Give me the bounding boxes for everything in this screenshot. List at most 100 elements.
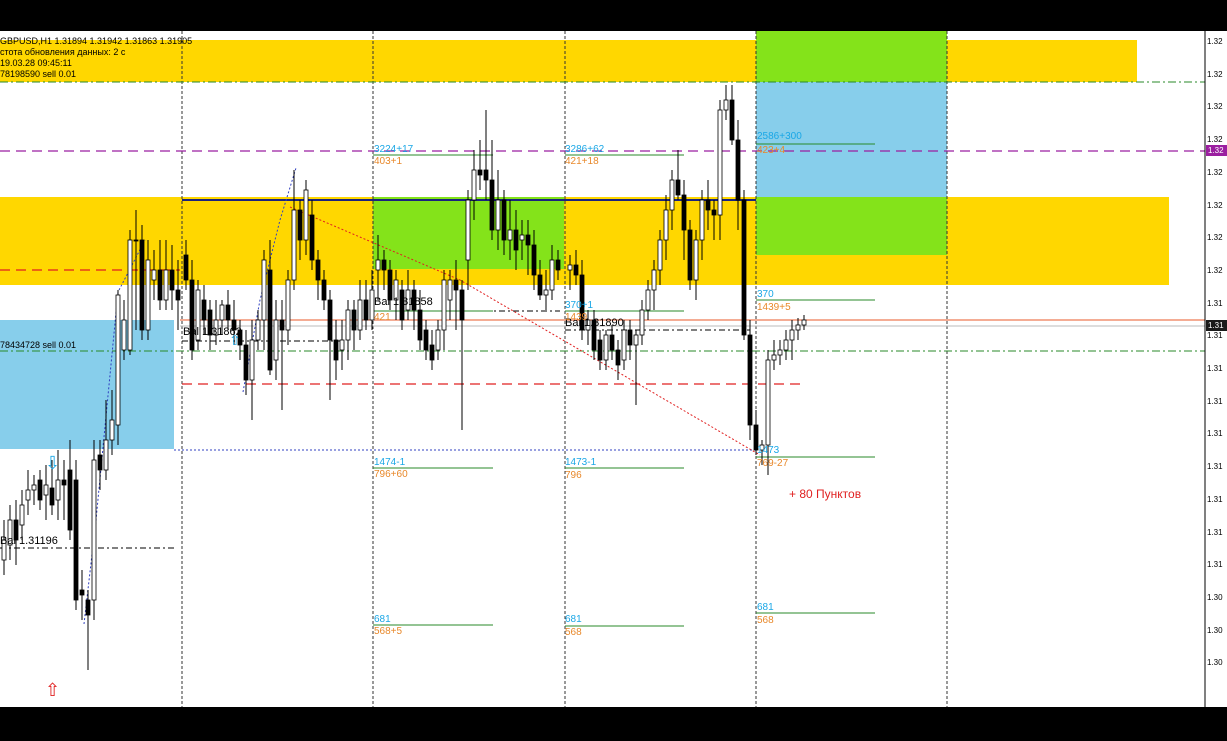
candle-body — [663, 209, 669, 241]
candle-body — [189, 279, 195, 351]
c3-bot-blue: 681 — [757, 602, 774, 613]
c1-low-orange: 796+60 — [374, 469, 408, 480]
candle-body — [417, 309, 423, 341]
c3-low-orange: 769-27 — [757, 458, 789, 469]
candle-body — [55, 479, 61, 501]
candle-body — [279, 319, 285, 331]
price-axis-label: 1.31 — [1207, 298, 1223, 308]
price-axis-label: 1.30 — [1207, 658, 1223, 668]
candle-body — [225, 304, 231, 321]
candle-body — [573, 264, 579, 276]
price-axis-label: 1.32 — [1207, 135, 1223, 145]
c1-mid-orange: 421 — [374, 312, 391, 323]
price-axis-label: 1.31 — [1207, 396, 1223, 406]
candle-body — [339, 339, 345, 351]
c1-top-blue: 3224+17 — [374, 144, 414, 155]
candle-body — [477, 169, 483, 176]
price-chart[interactable] — [0, 0, 1227, 741]
candle-body — [133, 239, 139, 242]
candle-body — [333, 339, 339, 361]
c2-bot-blue: 681 — [565, 614, 582, 625]
price-axis-label: 1.31 — [1207, 331, 1223, 341]
candle-body — [669, 179, 675, 211]
candle-body — [801, 319, 807, 326]
candle-body — [175, 289, 181, 301]
price-axis-label: 1.31 — [1207, 462, 1223, 472]
candle-body — [555, 259, 561, 271]
candle-body — [255, 319, 261, 341]
candle-body — [151, 269, 157, 281]
candle-body — [657, 239, 663, 271]
candle-body — [525, 234, 531, 246]
c1-top-orange: 403+1 — [374, 156, 403, 167]
candle-body — [423, 329, 429, 351]
candle-body — [103, 439, 109, 471]
candle-body — [109, 419, 115, 441]
c3-mid-orange: 1439+5 — [757, 302, 791, 313]
price-axis-label: 1.32 — [1207, 167, 1223, 177]
candle-body — [157, 269, 163, 301]
candle-body — [717, 109, 723, 216]
candle-body — [519, 234, 525, 241]
current-price-tag: 1.31 — [1206, 320, 1227, 331]
candle-body — [633, 334, 639, 346]
candle-body — [537, 274, 543, 296]
candle-body — [139, 239, 145, 331]
candle-body — [327, 299, 333, 341]
candle-body — [435, 329, 441, 351]
c2-low-blue: 1473-1 — [565, 457, 597, 468]
candle-body — [429, 344, 435, 361]
candle-body — [345, 309, 351, 341]
candle-body — [723, 99, 729, 111]
zone-green-top — [756, 31, 947, 82]
candle-body — [705, 199, 711, 211]
candle-body — [735, 139, 741, 201]
left-order-info: 78434728 sell 0.01 — [0, 340, 77, 350]
candle-body — [441, 279, 447, 331]
candle-body — [375, 259, 381, 271]
candle-body — [285, 279, 291, 331]
candle-body — [603, 334, 609, 361]
candle-body — [459, 289, 465, 321]
candle-body — [61, 479, 67, 486]
order-info: 78198590 sell 0.01 — [0, 69, 77, 79]
candle-body — [513, 229, 519, 251]
candle-body — [243, 344, 249, 381]
update-frequency: стота обновления данных: 2 с — [0, 47, 126, 57]
price-axis-label: 1.31 — [1207, 560, 1223, 570]
candle-body — [297, 209, 303, 241]
candle-body — [687, 229, 693, 281]
bal-label-1: Bal 1.31196 — [0, 535, 58, 547]
c2-bot-orange: 568 — [565, 627, 582, 638]
price-axis-label: 1.30 — [1207, 625, 1223, 635]
candle-body — [489, 179, 495, 231]
profit-points-label: + 80 Пунктов — [789, 487, 862, 501]
c2-top-orange: 421+18 — [565, 156, 599, 167]
c3-low-blue: 1473 — [757, 445, 780, 456]
candle-body — [693, 239, 699, 281]
candle-body — [501, 199, 507, 241]
c3-mid-blue: 370 — [757, 289, 774, 300]
c2-mid-blue: 370+1 — [565, 300, 594, 311]
zone-mid-yellow — [0, 197, 1169, 285]
candle-body — [363, 299, 369, 321]
bal-label-3: Bal 1.31858 — [374, 296, 433, 308]
c1-bot-orange: 568+5 — [374, 626, 403, 637]
candle-body — [711, 209, 717, 216]
price-axis-label: 1.31 — [1207, 364, 1223, 373]
candle-body — [645, 289, 651, 311]
candle-body — [115, 294, 121, 426]
price-axis-label: 1.32 — [1207, 102, 1223, 112]
down-arrow-icon: ⇩ — [45, 453, 61, 473]
candle-body — [729, 99, 735, 141]
price-axis-label: 1.32 — [1207, 200, 1223, 210]
candle-body — [321, 279, 327, 301]
candle-body — [85, 599, 91, 616]
candle-body — [219, 304, 225, 321]
candle-body — [79, 589, 85, 596]
candle-body — [169, 269, 175, 291]
candle-body — [447, 279, 453, 301]
c1-low-blue: 1474-1 — [374, 457, 406, 468]
candle-body — [777, 349, 783, 356]
candle-body — [549, 259, 555, 291]
